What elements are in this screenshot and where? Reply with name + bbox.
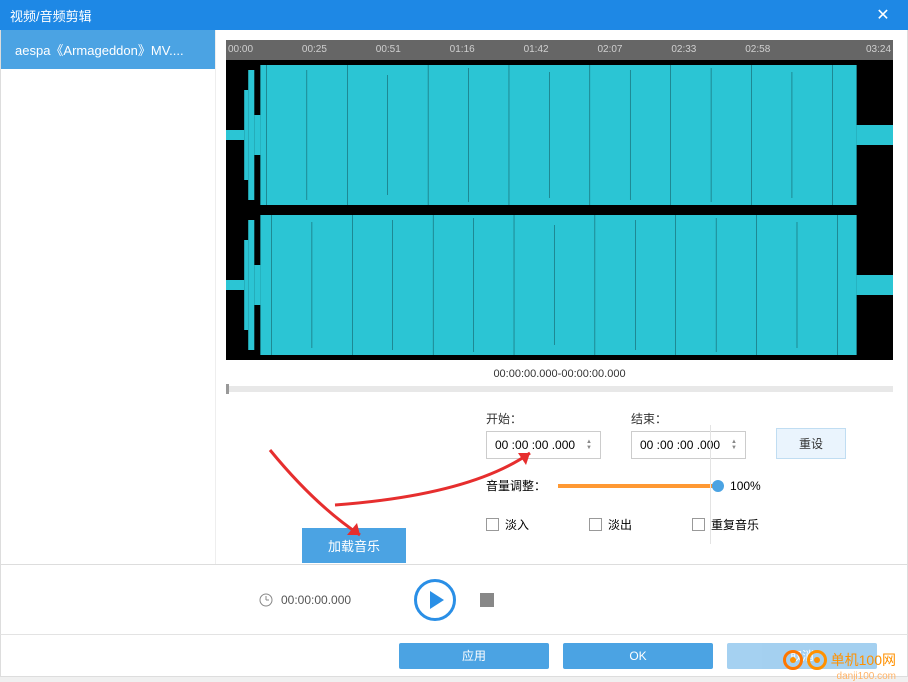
tick: 00:51	[374, 40, 448, 60]
clock-display: 00:00:00.000	[259, 593, 351, 607]
clock-icon	[259, 593, 273, 607]
seek-bar[interactable]	[226, 386, 893, 392]
sidebar: aespa《Armageddon》MV....	[1, 30, 216, 564]
end-time-input[interactable]: 00 :00 :00 .000 ▲▼	[631, 431, 746, 459]
titlebar: 视频/音频剪辑 ✕	[0, 0, 908, 30]
end-label: 结束：	[631, 410, 746, 427]
end-time-group: 结束： 00 :00 :00 .000 ▲▼	[631, 410, 746, 459]
watermark: 单机100网	[783, 650, 896, 670]
slider-thumb-icon[interactable]	[712, 480, 724, 492]
waveform-display[interactable]	[226, 60, 893, 360]
main-area: aespa《Armageddon》MV.... 00:00 00:25 00:5…	[0, 30, 908, 565]
content-area: 00:00 00:25 00:51 01:16 01:42 02:07 02:3…	[216, 30, 907, 564]
tick: 00:25	[300, 40, 374, 60]
stepper-icon[interactable]: ▲▼	[586, 439, 592, 451]
checkbox-icon	[589, 518, 602, 531]
logo-icon	[783, 650, 803, 670]
volume-label: 音量调整：	[486, 477, 546, 494]
fade-out-checkbox[interactable]: 淡出	[589, 516, 632, 533]
waveform-left	[226, 60, 893, 210]
tick: 01:42	[522, 40, 596, 60]
close-icon[interactable]: ✕	[868, 5, 898, 25]
volume-percent: 100%	[730, 479, 761, 493]
start-time-group: 开始： 00 :00 :00 .000 ▲▼	[486, 410, 601, 459]
checkbox-icon	[486, 518, 499, 531]
time-range-label: 00:00:00.000-00:00:00.000	[226, 368, 893, 380]
timeline-ruler[interactable]: 00:00 00:25 00:51 01:16 01:42 02:07 02:3…	[226, 40, 893, 60]
window-title: 视频/音频剪辑	[10, 6, 868, 25]
divider	[710, 425, 711, 544]
fade-in-checkbox[interactable]: 淡入	[486, 516, 529, 533]
play-icon	[430, 591, 444, 609]
repeat-checkbox[interactable]: 重复音乐	[692, 516, 759, 533]
play-button[interactable]	[414, 579, 456, 621]
checkbox-icon	[692, 518, 705, 531]
start-label: 开始：	[486, 410, 601, 427]
start-time-input[interactable]: 00 :00 :00 .000 ▲▼	[486, 431, 601, 459]
playback-bar: 00:00:00.000	[0, 565, 908, 635]
stop-button[interactable]	[480, 593, 494, 607]
waveform-right	[226, 210, 893, 360]
tick: 02:07	[595, 40, 669, 60]
tick: 01:16	[448, 40, 522, 60]
apply-button[interactable]: 应用	[399, 643, 549, 669]
end-value: 00 :00 :00 .000	[640, 438, 720, 452]
logo-icon	[807, 650, 827, 670]
tick: 02:58	[743, 40, 817, 60]
stepper-icon[interactable]: ▲▼	[731, 439, 737, 451]
tick: 02:33	[669, 40, 743, 60]
trim-controls: 开始： 00 :00 :00 .000 ▲▼ 结束： 00 :00 :00 .0…	[226, 410, 893, 459]
watermark-text: 单机100网	[831, 650, 896, 670]
bottom-action-bar: 应用 OK 取消	[0, 635, 908, 677]
load-music-button[interactable]: 加载音乐	[302, 528, 406, 563]
reset-button[interactable]: 重设	[776, 428, 846, 459]
ok-button[interactable]: OK	[563, 643, 713, 669]
tick: 03:24	[817, 40, 893, 60]
watermark-url: danji100.com	[837, 671, 896, 682]
start-value: 00 :00 :00 .000	[495, 438, 575, 452]
volume-slider[interactable]	[558, 484, 718, 488]
file-list-item[interactable]: aespa《Armageddon》MV....	[1, 30, 215, 69]
tick: 00:00	[226, 40, 300, 60]
volume-row: 音量调整： 100%	[226, 459, 893, 494]
